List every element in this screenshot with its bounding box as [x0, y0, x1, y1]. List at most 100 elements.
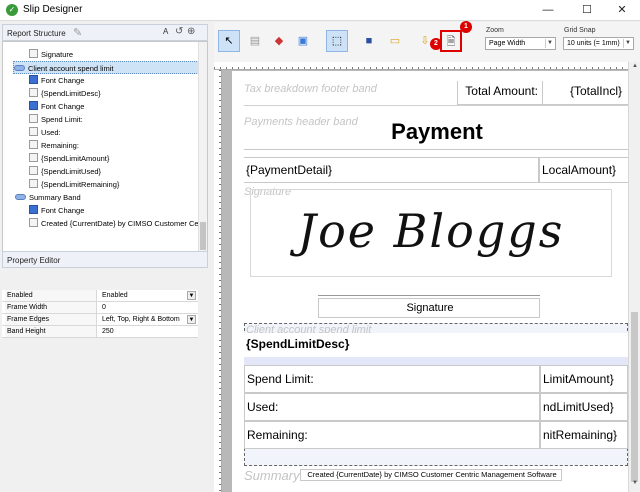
color-tool-button[interactable]: ▣ — [292, 30, 314, 52]
cursor-icon: ↖ — [224, 35, 234, 47]
minimize-button[interactable]: — — [530, 0, 566, 21]
field-icon — [29, 140, 38, 149]
frame-icon: ⬚ — [331, 35, 343, 47]
preview-button[interactable]: 🗎 — [440, 30, 462, 52]
payment-detail-field[interactable]: {PaymentDetail} — [244, 157, 539, 183]
maximize-button[interactable]: ☐ — [569, 0, 605, 21]
tree-item-spend-limit-desc[interactable]: {SpendLimitDesc} — [29, 87, 101, 100]
property-row-band-height[interactable]: Band Height 250 — [2, 326, 198, 338]
property-value[interactable]: 0 — [102, 302, 106, 314]
palette-icon: ▣ — [297, 35, 309, 47]
grid-snap-select[interactable]: 10 units (= 1mm) ▼ — [563, 37, 634, 50]
horizontal-ruler — [214, 62, 628, 70]
field-icon — [29, 127, 38, 136]
report-structure-title: Report Structure — [7, 29, 66, 38]
font-size-icon[interactable]: A — [163, 27, 168, 36]
report-structure-tree: Signature Client account spend limit Fon… — [2, 41, 208, 254]
property-editor-header: Property Editor — [2, 251, 208, 268]
image-tool-button[interactable]: ◆ — [268, 30, 290, 52]
signature-line — [318, 295, 540, 296]
font-icon — [29, 101, 38, 110]
tree-item-font-change[interactable]: Font Change — [29, 100, 84, 113]
spend-limit-used-field[interactable]: ndLimitUsed} — [540, 393, 628, 421]
tax-footer-band-label: Tax breakdown footer band — [244, 83, 377, 95]
tree-item-signature[interactable]: Signature — [29, 48, 73, 61]
used-label[interactable]: Used: — [244, 393, 540, 421]
design-canvas[interactable]: Tax breakdown footer band Total Amount: … — [214, 62, 640, 492]
pointer-tool-button[interactable]: ↖ — [218, 30, 240, 52]
property-key: Enabled — [5, 290, 97, 301]
property-key: Frame Edges — [5, 314, 97, 325]
created-footer-text[interactable]: Created {CurrentDate} by CIMSO Customer … — [300, 469, 562, 481]
tree-item-font-change[interactable]: Font Change — [29, 74, 84, 87]
band-spacer — [244, 357, 628, 365]
tree-scrollbar[interactable] — [198, 42, 207, 253]
canvas-scroll-thumb[interactable] — [631, 312, 638, 482]
grid-snap-label: Grid Snap — [564, 27, 596, 34]
spend-limit-amount-field[interactable]: LimitAmount} — [540, 365, 628, 393]
signature-caption[interactable]: Signature — [318, 298, 540, 318]
tree-item-used[interactable]: Used: — [29, 126, 61, 139]
scroll-up-icon[interactable]: ▲ — [631, 63, 639, 73]
band-divider — [244, 105, 628, 106]
report-page[interactable]: Tax breakdown footer band Total Amount: … — [232, 71, 628, 492]
tree-item-spend-limit-used[interactable]: {SpendLimitUsed} — [29, 165, 101, 178]
chevron-down-icon[interactable]: ▼ — [187, 291, 196, 300]
close-button[interactable]: ✕ — [604, 0, 640, 21]
tree-item-spend-limit[interactable]: Spend Limit: — [29, 113, 83, 126]
tree-item-remaining[interactable]: Remaining: — [29, 139, 79, 152]
property-value[interactable]: Enabled — [102, 290, 128, 302]
toolbar: ↖ ▤ ◆ ▣ ⬚ ■ ▭ ⇩ 🗎 1 2 Zoom Page Width ▼ … — [214, 21, 640, 62]
report-structure-header: Report Structure ✎ A ↺ ⊕ — [2, 24, 208, 41]
tree-item-created[interactable]: Created {CurrentDate} by CIMSO Customer … — [29, 217, 207, 230]
save-button[interactable]: ■ — [358, 30, 380, 52]
chevron-down-icon: ▼ — [545, 39, 554, 48]
signature-image-text: Joe Bloggs — [297, 204, 565, 258]
scroll-down-icon[interactable]: ▼ — [631, 480, 639, 490]
property-value[interactable]: 250 — [102, 326, 114, 338]
left-pane: Report Structure ✎ A ↺ ⊕ Signature Clien… — [0, 22, 212, 492]
tree-item-summary-band[interactable]: Summary Band — [15, 191, 81, 204]
font-icon — [29, 205, 38, 214]
zoom-select[interactable]: Page Width ▼ — [485, 37, 556, 50]
band-icon — [14, 65, 25, 71]
spend-limit-remaining-field[interactable]: nitRemaining} — [540, 421, 628, 449]
import-icon: ⇩ — [420, 35, 430, 47]
remaining-label[interactable]: Remaining: — [244, 421, 540, 449]
tree-item-spend-limit-amount[interactable]: {SpendLimitAmount} — [29, 152, 109, 165]
open-button[interactable]: ▭ — [384, 30, 406, 52]
select-frame-button[interactable]: ⬚ — [326, 30, 348, 52]
tree-scroll-thumb[interactable] — [200, 222, 206, 250]
add-icon[interactable]: ⊕ — [187, 26, 195, 37]
tree-item-spend-limit-remaining[interactable]: {SpendLimitRemaining} — [29, 178, 119, 191]
spend-limit-desc-field[interactable]: {SpendLimitDesc} — [244, 333, 628, 357]
field-icon — [29, 218, 38, 227]
payment-title[interactable]: Payment — [244, 116, 628, 150]
chevron-down-icon[interactable]: ▼ — [187, 315, 196, 324]
total-amount-label[interactable]: Total Amount: — [457, 81, 542, 105]
spend-limit-label[interactable]: Spend Limit: — [244, 365, 540, 393]
signature-image-box[interactable]: Joe Bloggs — [250, 189, 612, 277]
tree-item-client-account-spend-limit[interactable]: Client account spend limit — [13, 61, 199, 74]
property-key: Frame Width — [5, 302, 97, 313]
zoom-label: Zoom — [486, 27, 504, 34]
property-value[interactable]: Left, Top, Right & Bottom — [102, 314, 180, 326]
property-row-enabled[interactable]: Enabled Enabled ▼ — [2, 290, 198, 302]
canvas-scrollbar[interactable]: ▲ ▼ — [628, 62, 640, 492]
property-key: Band Height — [5, 326, 97, 337]
property-row-frame-edges[interactable]: Frame Edges Left, Top, Right & Bottom ▼ — [2, 314, 198, 326]
tree-item-font-change[interactable]: Font Change — [29, 204, 84, 217]
local-amount-field[interactable]: LocalAmount} — [539, 157, 628, 183]
undo-icon[interactable]: ↺ — [175, 26, 183, 37]
image-icon: ◆ — [274, 35, 284, 47]
field-icon — [29, 166, 38, 175]
title-bar: ✓ Slip Designer — ☐ ✕ — [0, 0, 640, 21]
page-icon: ▤ — [249, 35, 261, 47]
band-icon — [15, 194, 26, 200]
wand-icon[interactable]: ✎ — [73, 26, 82, 39]
folder-icon: ▭ — [389, 35, 401, 47]
total-incl-field[interactable]: {TotalIncl} — [542, 81, 628, 105]
property-row-frame-width[interactable]: Frame Width 0 — [2, 302, 198, 314]
page-tool-button[interactable]: ▤ — [244, 30, 266, 52]
vertical-ruler — [214, 70, 222, 492]
